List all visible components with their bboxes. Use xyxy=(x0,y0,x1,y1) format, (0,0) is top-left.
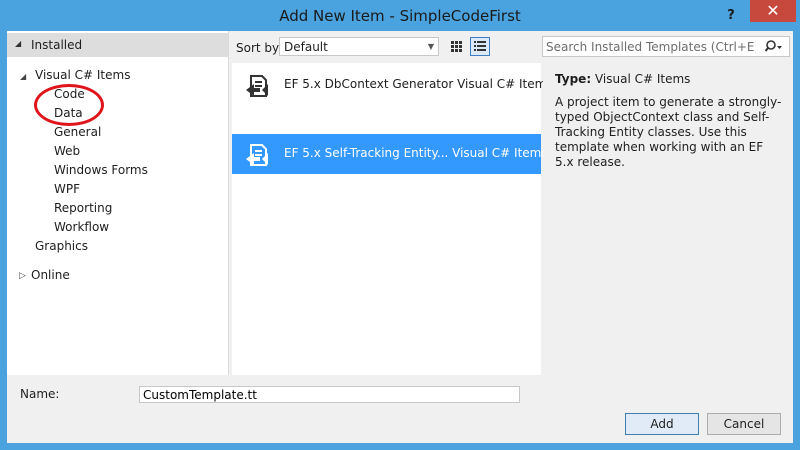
cancel-button[interactable]: Cancel xyxy=(707,413,781,435)
name-label: Name: xyxy=(20,387,60,401)
template-details: Type: Visual C# Items A project item to … xyxy=(543,63,793,375)
ef-template-icon xyxy=(246,144,268,166)
sort-by-label: Sort by: xyxy=(236,41,283,55)
tree-item-visual-csharp-items[interactable]: Visual C# Items xyxy=(35,68,130,82)
add-button[interactable]: Add xyxy=(625,413,699,435)
template-description: A project item to generate a strongly-ty… xyxy=(555,95,782,169)
tree-item-reporting[interactable]: Reporting xyxy=(54,201,112,215)
category-tree: ◢ Installed ◢ Visual C# Items Code Data … xyxy=(7,31,229,375)
title-bar: Add New Item - SimpleCodeFirst ? ✕ xyxy=(0,0,800,32)
ef-template-icon xyxy=(246,75,268,97)
window-title: Add New Item - SimpleCodeFirst xyxy=(279,7,521,25)
annotation-circle xyxy=(34,84,104,126)
search-input[interactable] xyxy=(546,38,756,55)
template-name: EF 5.x DbContext Generator Visual C# Ite… xyxy=(284,77,553,91)
template-item-self-tracking-entity[interactable]: EF 5.x Self-Tracking Entity... Visual C#… xyxy=(232,134,548,174)
sort-by-dropdown[interactable]: Default ▼ xyxy=(279,37,439,56)
template-item-dbcontext-generator[interactable]: EF 5.x DbContext Generator Visual C# Ite… xyxy=(232,65,553,105)
collapsed-triangle-icon[interactable]: ▷ xyxy=(19,271,26,281)
grid-view-button[interactable] xyxy=(447,37,466,56)
installed-label: Installed xyxy=(31,38,83,52)
help-button[interactable]: ? xyxy=(719,6,743,26)
type-label: Type: xyxy=(555,72,592,86)
tree-item-web[interactable]: Web xyxy=(54,144,80,158)
grid-view-icon xyxy=(451,41,462,52)
installed-header[interactable]: ◢ Installed xyxy=(7,33,228,57)
expanded-triangle-icon[interactable]: ◢ xyxy=(20,72,26,81)
search-box xyxy=(542,36,790,57)
tree-item-online[interactable]: Online xyxy=(31,268,70,282)
sort-by-value: Default xyxy=(284,40,328,54)
close-button[interactable]: ✕ xyxy=(750,0,796,22)
template-type: Type: Visual C# Items xyxy=(555,72,690,86)
tree-item-wpf[interactable]: WPF xyxy=(54,182,80,196)
chevron-down-icon: ▼ xyxy=(427,42,434,51)
toolbar: Sort by: Default ▼ xyxy=(229,31,793,61)
list-view-button[interactable] xyxy=(470,37,490,56)
template-list: EF 5.x DbContext Generator Visual C# Ite… xyxy=(232,63,553,375)
name-field[interactable] xyxy=(139,386,520,403)
type-value: Visual C# Items xyxy=(594,72,691,86)
search-icon[interactable] xyxy=(765,39,783,55)
tree-item-graphics[interactable]: Graphics xyxy=(35,239,88,253)
expanded-triangle-icon: ◢ xyxy=(15,39,22,48)
tree-item-workflow[interactable]: Workflow xyxy=(54,220,109,234)
list-view-icon xyxy=(474,41,486,51)
footer: Name: Add Cancel xyxy=(7,375,793,443)
tree-item-windows-forms[interactable]: Windows Forms xyxy=(54,163,148,177)
template-name: EF 5.x Self-Tracking Entity... Visual C#… xyxy=(284,146,548,160)
add-new-item-dialog: Add New Item - SimpleCodeFirst ? ✕ ◢ Ins… xyxy=(0,0,800,450)
tree-item-general[interactable]: General xyxy=(54,125,101,139)
dialog-body: ◢ Installed ◢ Visual C# Items Code Data … xyxy=(7,31,793,443)
